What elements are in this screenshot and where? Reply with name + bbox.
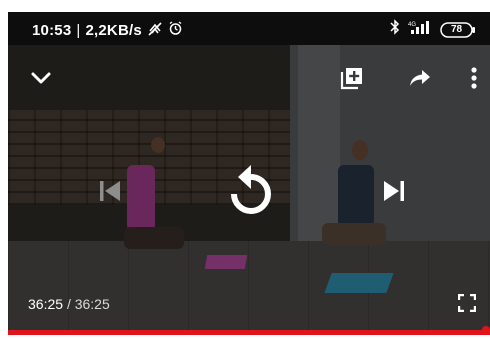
total-time: 36:25: [74, 296, 110, 312]
screen: 10:53 | 2,2KB/s 4G 78 36:25 / 36:25: [0, 0, 490, 338]
next-icon: [384, 181, 404, 201]
bluetooth-icon: [390, 19, 400, 40]
share-icon: [410, 70, 430, 86]
more-options-icon: [471, 67, 477, 89]
replay-icon: [231, 165, 271, 214]
status-right: 4G 78: [390, 19, 476, 40]
share-button[interactable]: [404, 62, 436, 94]
video-player[interactable]: 36:25 / 36:25: [8, 45, 490, 330]
previous-icon: [100, 181, 120, 201]
progress-scrubber[interactable]: [482, 326, 490, 334]
collapse-button[interactable]: [26, 63, 56, 93]
replay-button[interactable]: [224, 161, 278, 221]
elapsed-time: 36:25: [28, 296, 64, 312]
fullscreen-button[interactable]: [452, 288, 482, 318]
battery-icon: 78: [440, 21, 476, 39]
status-separator: |: [76, 22, 81, 39]
chevron-down-icon: [31, 72, 51, 84]
add-to-playlist-icon: [340, 68, 362, 90]
svg-text:4G: 4G: [408, 22, 416, 28]
more-options-button[interactable]: [460, 62, 488, 94]
add-to-playlist-button[interactable]: [336, 62, 368, 94]
status-time: 10:53: [32, 22, 72, 39]
network-speed: 2,2KB/s: [85, 22, 142, 39]
fullscreen-icon: [458, 294, 476, 312]
progress-bar[interactable]: [8, 330, 490, 335]
time-separator: /: [66, 296, 71, 312]
alarm-icon: [168, 21, 183, 40]
signal-4g-icon: 4G: [408, 19, 432, 40]
battery-level: 78: [450, 23, 463, 35]
next-button[interactable]: [376, 173, 412, 209]
data-saver-icon: [147, 21, 163, 40]
previous-button[interactable]: [92, 173, 128, 209]
status-bar: 10:53 | 2,2KB/s 4G 78: [8, 12, 490, 45]
status-left: 10:53 | 2,2KB/s: [32, 21, 183, 40]
playback-time: 36:25 / 36:25: [28, 296, 110, 312]
